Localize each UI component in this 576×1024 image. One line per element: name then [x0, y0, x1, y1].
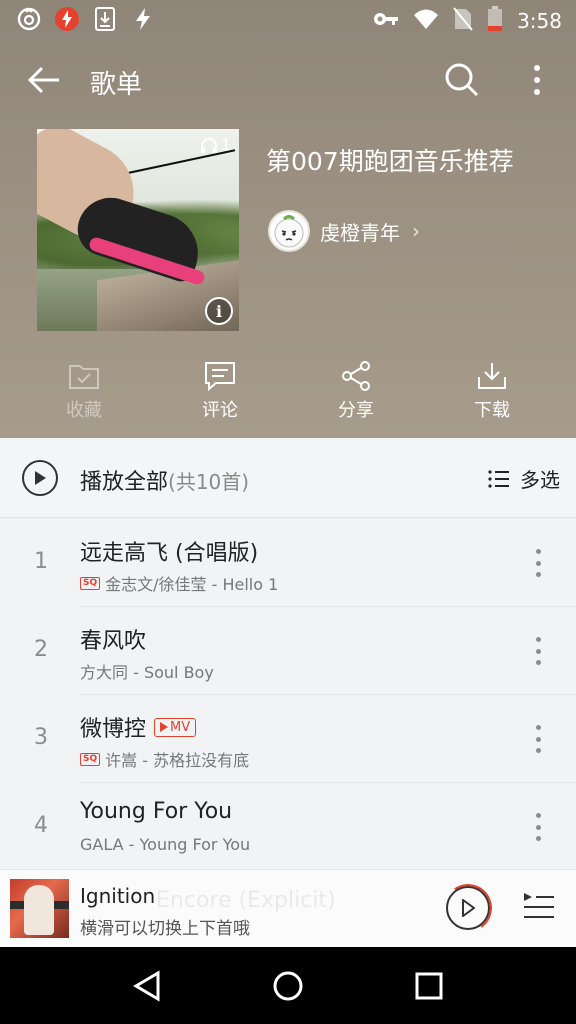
download-icon [92, 6, 118, 32]
action-bar: 收藏 评论 分享 下载 [16, 360, 560, 430]
now-playing-cover[interactable] [10, 879, 69, 938]
song-more-button[interactable] [528, 723, 548, 755]
netease-music-icon [16, 6, 42, 32]
playlist-queue-button[interactable] [520, 890, 560, 926]
play-count-value: 1 [220, 135, 231, 154]
list-icon [488, 469, 509, 488]
comment-label: 评论 [202, 400, 238, 421]
sq-badge: SQ [80, 576, 101, 590]
song-meta: 方大同 - Soul Boy [80, 659, 214, 683]
nav-home-button[interactable] [258, 956, 318, 1016]
creator-name: 虔橙青年 [320, 220, 400, 245]
song-more-button[interactable] [528, 811, 548, 843]
song-index: 2 [34, 637, 48, 662]
playlist-title: 第007期跑团音乐推荐 [266, 147, 514, 176]
share-label: 分享 [338, 400, 374, 421]
sq-badge: SQ [80, 752, 101, 766]
song-meta: SQ 金志文/徐佳莹 - Hello 1 [80, 571, 278, 595]
wifi-icon [413, 8, 439, 34]
comment-icon [203, 360, 237, 392]
play-all-text: 播放全部 [80, 470, 169, 495]
multi-select-button[interactable]: 多选 [488, 464, 560, 493]
share-button[interactable]: 分享 [288, 360, 424, 430]
more-vertical-icon [534, 65, 540, 95]
song-title: Young For You [80, 799, 233, 824]
song-row[interactable]: 4 Young For You GALA - Young For You [0, 783, 576, 871]
back-button[interactable] [20, 58, 68, 102]
nav-back-button[interactable] [117, 956, 177, 1016]
song-title: 远走高飞 (合唱版) [80, 541, 259, 566]
play-all-bar: 播放全部(共10首) 多选 [0, 438, 576, 518]
circle-home-icon [273, 971, 303, 1000]
no-sim-icon [453, 7, 473, 35]
song-row[interactable]: 1 远走高飞 (合唱版) SQ 金志文/徐佳莹 - Hello 1 [0, 519, 576, 607]
more-options-button[interactable] [514, 56, 560, 104]
clock: 3:58 [517, 9, 562, 33]
song-row[interactable]: 3 微博控 MV SQ 许嵩 - 苏格拉没有底 [0, 695, 576, 783]
status-bar: 3:58 [0, 0, 576, 40]
square-recents-icon [415, 972, 443, 999]
play-all-label[interactable]: 播放全部(共10首) [80, 464, 249, 496]
playlist-cover[interactable]: 1 i [37, 129, 239, 331]
song-more-button[interactable] [528, 547, 548, 579]
mv-badge[interactable]: MV [154, 717, 197, 737]
app-bar: 歌单 [0, 50, 576, 110]
play-count: 1 [200, 135, 231, 154]
page-title: 歌单 [90, 70, 143, 100]
search-icon [445, 63, 479, 97]
play-icon [35, 471, 46, 485]
play-all-button[interactable] [22, 460, 58, 496]
avatar [268, 210, 310, 252]
creator-link[interactable]: 虔橙青年 › [268, 210, 420, 252]
song-list: 播放全部(共10首) 多选 1 远走高飞 (合唱版) SQ 金志文/徐佳莹 - … [0, 438, 576, 870]
info-icon[interactable]: i [205, 297, 233, 325]
song-meta: SQ 许嵩 - 苏格拉没有底 [80, 747, 249, 771]
progress-ring [440, 880, 496, 936]
next-song-ghost-title: Encore (Explicit) [156, 888, 336, 913]
bolt-icon [130, 6, 156, 32]
song-title: 春风吹 [80, 629, 147, 654]
song-artist-album: GALA - Young For You [80, 835, 251, 854]
multi-select-label: 多选 [520, 468, 560, 492]
download-label: 下载 [474, 400, 510, 421]
mv-label: MV [170, 719, 191, 735]
song-index: 1 [34, 549, 48, 574]
song-row[interactable]: 2 春风吹 方大同 - Soul Boy [0, 607, 576, 695]
song-artist-album: 方大同 - Soul Boy [80, 663, 214, 682]
now-playing-title: Ignition [80, 884, 156, 908]
nav-recents-button[interactable] [399, 956, 459, 1016]
download-icon [475, 360, 509, 392]
song-count: (共10首) [168, 470, 250, 494]
search-button[interactable] [438, 56, 486, 104]
collect-button[interactable]: 收藏 [16, 360, 152, 430]
download-button[interactable]: 下载 [424, 360, 560, 430]
collect-label: 收藏 [66, 400, 102, 421]
battery-icon [487, 6, 503, 36]
flash-app-icon [54, 6, 80, 32]
mini-player[interactable]: Encore (Explicit) Ignition 横滑可以切换上下首哦 [0, 869, 576, 947]
song-meta: GALA - Young For You [80, 835, 250, 854]
song-artist-album: 金志文/徐佳莹 - Hello 1 [105, 575, 279, 594]
share-icon [339, 360, 373, 392]
song-artist-album: 许嵩 - 苏格拉没有底 [105, 751, 250, 770]
folder-check-icon [67, 360, 101, 392]
song-index: 3 [34, 725, 48, 750]
song-title: 微博控 [80, 717, 147, 742]
song-more-button[interactable] [528, 635, 548, 667]
system-nav-bar [0, 947, 576, 1024]
triangle-back-icon [132, 969, 160, 1002]
play-icon [160, 722, 169, 732]
song-title-row: 微博控 MV [80, 711, 197, 743]
now-playing-hint: 横滑可以切换上下首哦 [80, 919, 250, 939]
queue-icon [524, 893, 554, 918]
headphones-icon [200, 137, 217, 153]
arrow-left-icon [27, 66, 59, 94]
vpn-key-icon [373, 11, 399, 31]
chevron-right-icon: › [412, 219, 420, 243]
comment-button[interactable]: 评论 [152, 360, 288, 430]
song-index: 4 [34, 813, 48, 838]
